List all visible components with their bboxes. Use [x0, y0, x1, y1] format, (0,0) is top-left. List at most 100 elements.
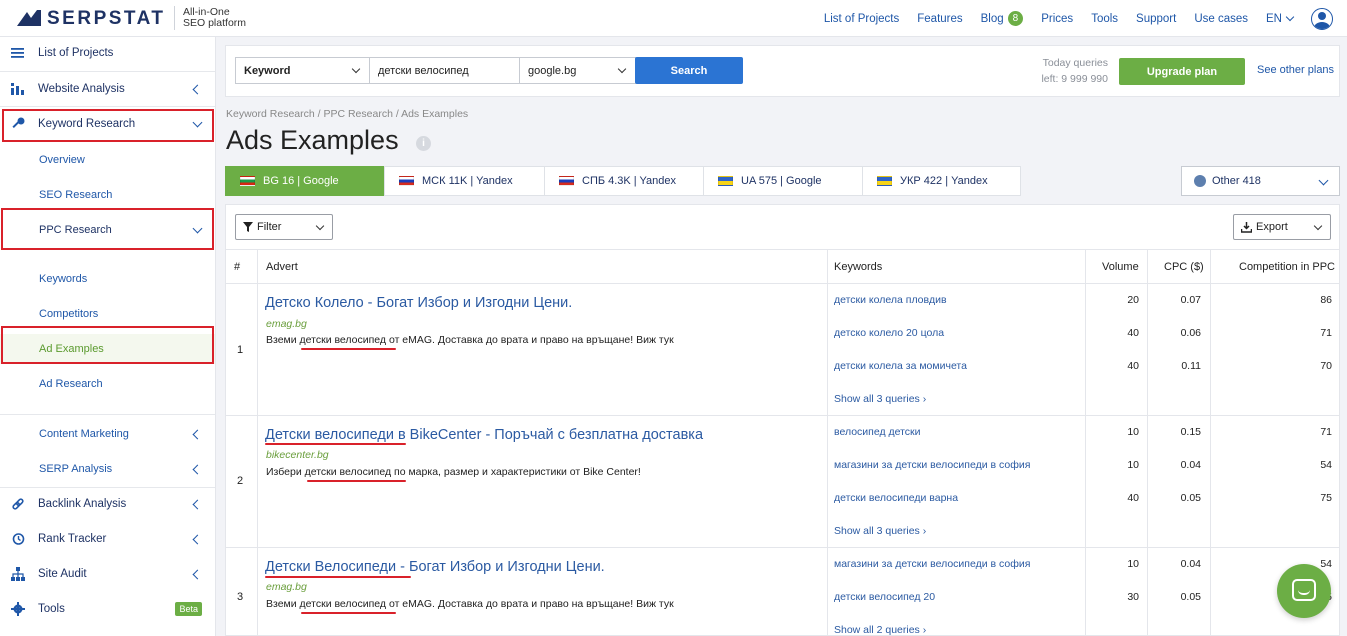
- language-selector[interactable]: EN: [1266, 13, 1295, 25]
- col-volume[interactable]: Volume: [1102, 261, 1139, 273]
- sidebar-item-serp-analysis[interactable]: SERP Analysis: [0, 454, 215, 484]
- show-all-queries-link[interactable]: Show all 3 queries ›: [834, 393, 926, 405]
- sidebar-item-ppc-research[interactable]: PPC Research: [0, 215, 215, 245]
- chat-widget-button[interactable]: [1277, 564, 1331, 618]
- cpc-value: 0.06: [1180, 327, 1201, 339]
- competition-value: 71: [1320, 426, 1332, 438]
- chevron-left-icon: [192, 569, 203, 580]
- nav-tools[interactable]: Tools: [1091, 13, 1118, 25]
- competition-value: 71: [1320, 327, 1332, 339]
- ad-url: emag.bg: [266, 318, 307, 330]
- keyword-link[interactable]: детско колело 20 цола: [834, 327, 944, 339]
- sidebar-item-content-marketing[interactable]: Content Marketing: [0, 419, 215, 449]
- cpc-value: 0.11: [1181, 360, 1201, 372]
- keyword-link[interactable]: детски колела пловдив: [834, 294, 947, 306]
- tab-bg-google[interactable]: BG 16 | Google: [225, 166, 385, 196]
- volume-value: 20: [1127, 294, 1139, 306]
- sidebar-item-keywords[interactable]: Keywords: [0, 264, 215, 294]
- nav-features[interactable]: Features: [917, 13, 962, 25]
- ad-title-link[interactable]: Детско Колело - Богат Избор и Изгодни Це…: [265, 295, 572, 311]
- export-button[interactable]: Export: [1233, 214, 1331, 240]
- cpc-value: 0.07: [1180, 294, 1201, 306]
- see-other-plans-link[interactable]: See other plans: [1257, 64, 1334, 76]
- show-all-queries-link[interactable]: Show all 3 queries ›: [834, 525, 926, 537]
- globe-icon: [1194, 175, 1206, 187]
- keyword-link[interactable]: детски велосипед 20: [834, 591, 935, 603]
- upgrade-plan-button[interactable]: Upgrade plan: [1119, 58, 1245, 85]
- other-databases-select[interactable]: Other 418: [1181, 166, 1340, 196]
- col-competition[interactable]: Competition in PPC: [1239, 261, 1335, 273]
- competition-value: 70: [1320, 360, 1332, 372]
- top-nav: List of Projects Features Blog 8 Prices T…: [806, 0, 1333, 37]
- nav-prices[interactable]: Prices: [1041, 13, 1073, 25]
- sidebar-item-list-of-projects[interactable]: List of Projects: [0, 38, 215, 68]
- nav-use-cases[interactable]: Use cases: [1194, 13, 1248, 25]
- bulgaria-flag-icon: [240, 176, 255, 186]
- nav-list-of-projects[interactable]: List of Projects: [824, 13, 899, 25]
- search-input[interactable]: детски велосипед: [369, 57, 520, 84]
- blog-count-badge: 8: [1007, 11, 1024, 26]
- col-num[interactable]: #: [234, 261, 240, 273]
- highlight-underline: [307, 480, 406, 482]
- ad-url: emag.bg: [266, 581, 307, 593]
- ad-title-link[interactable]: Детски Велосипеди - Богат Избор и Изгодн…: [265, 559, 605, 575]
- sidebar-item-overview[interactable]: Overview: [0, 145, 215, 175]
- cpc-value: 0.04: [1180, 459, 1201, 471]
- sidebar-item-keyword-research[interactable]: Keyword Research: [0, 109, 215, 139]
- ukraine-flag-icon: [877, 176, 892, 186]
- sidebar-item-seo-research[interactable]: SEO Research: [0, 180, 215, 210]
- logo-tagline: All-in-One SEO platform: [183, 6, 247, 29]
- serpstat-logo[interactable]: SERPSTAT All-in-One SEO platform: [17, 6, 246, 30]
- tab-msk-yandex[interactable]: МСК 11K | Yandex: [384, 166, 545, 196]
- user-avatar[interactable]: [1311, 7, 1333, 30]
- row-number: 3: [237, 591, 244, 603]
- keyword-link[interactable]: магазини за детски велосипеди в софия: [834, 558, 1030, 570]
- col-advert[interactable]: Advert: [266, 261, 298, 273]
- col-cpc[interactable]: CPC ($): [1164, 261, 1204, 273]
- competition-value: 75: [1320, 492, 1332, 504]
- ad-title-link[interactable]: Детски велосипеди в BikeCenter - Поръчай…: [265, 427, 703, 443]
- nav-support[interactable]: Support: [1136, 13, 1176, 25]
- sidebar-item-rank-tracker[interactable]: Rank Tracker: [0, 524, 215, 554]
- link-icon: [12, 498, 24, 510]
- keyword-link[interactable]: детски велосипеди варна: [834, 492, 958, 504]
- competition-value: 86: [1320, 294, 1332, 306]
- sidebar-item-ad-research[interactable]: Ad Research: [0, 369, 215, 399]
- volume-value: 40: [1127, 492, 1139, 504]
- chevron-left-icon: [192, 429, 203, 440]
- tab-ukr-yandex[interactable]: УКР 422 | Yandex: [862, 166, 1021, 196]
- sidebar-item-competitors[interactable]: Competitors: [0, 299, 215, 329]
- breadcrumb[interactable]: Keyword Research / PPC Research / Ads Ex…: [226, 108, 468, 120]
- col-keywords[interactable]: Keywords: [834, 261, 882, 273]
- show-all-queries-link[interactable]: Show all 2 queries ›: [834, 624, 926, 635]
- sidebar-item-backlink-analysis[interactable]: Backlink Analysis: [0, 489, 215, 519]
- info-icon[interactable]: i: [416, 136, 431, 151]
- search-type-select[interactable]: Keyword: [235, 57, 370, 84]
- chevron-down-icon: [192, 223, 203, 234]
- chevron-left-icon: [192, 464, 203, 475]
- filter-icon: [243, 222, 253, 232]
- volume-value: 10: [1127, 426, 1139, 438]
- sitemap-icon: [11, 567, 25, 581]
- sidebar-item-ad-examples[interactable]: Ad Examples: [0, 334, 215, 364]
- keyword-link[interactable]: магазини за детски велосипеди в софия: [834, 459, 1030, 471]
- sidebar-item-website-analysis[interactable]: Website Analysis: [0, 74, 215, 104]
- row-number: 1: [237, 344, 244, 356]
- filter-button[interactable]: Filter: [235, 214, 333, 240]
- volume-value: 40: [1127, 327, 1139, 339]
- search-button[interactable]: Search: [635, 57, 743, 84]
- sidebar-item-site-audit[interactable]: Site Audit: [0, 559, 215, 589]
- keyword-link[interactable]: детски колела за момичета: [834, 360, 967, 372]
- nav-blog[interactable]: Blog 8: [981, 11, 1024, 26]
- tab-spb-yandex[interactable]: СПБ 4.3K | Yandex: [544, 166, 704, 196]
- beta-badge: Beta: [175, 602, 202, 616]
- search-bar: Keyword детски велосипед google.bg Searc…: [225, 45, 1340, 97]
- competition-value: 54: [1320, 459, 1332, 471]
- keyword-link[interactable]: велосипед детски: [834, 426, 921, 438]
- tab-ua-google[interactable]: UA 575 | Google: [703, 166, 863, 196]
- sidebar-item-tools[interactable]: Tools Beta: [0, 594, 215, 624]
- volume-value: 10: [1127, 459, 1139, 471]
- logo-icon: [17, 10, 41, 26]
- search-engine-select[interactable]: google.bg: [519, 57, 636, 84]
- table-header: # Advert Keywords Volume CPC ($) Competi…: [226, 249, 1339, 284]
